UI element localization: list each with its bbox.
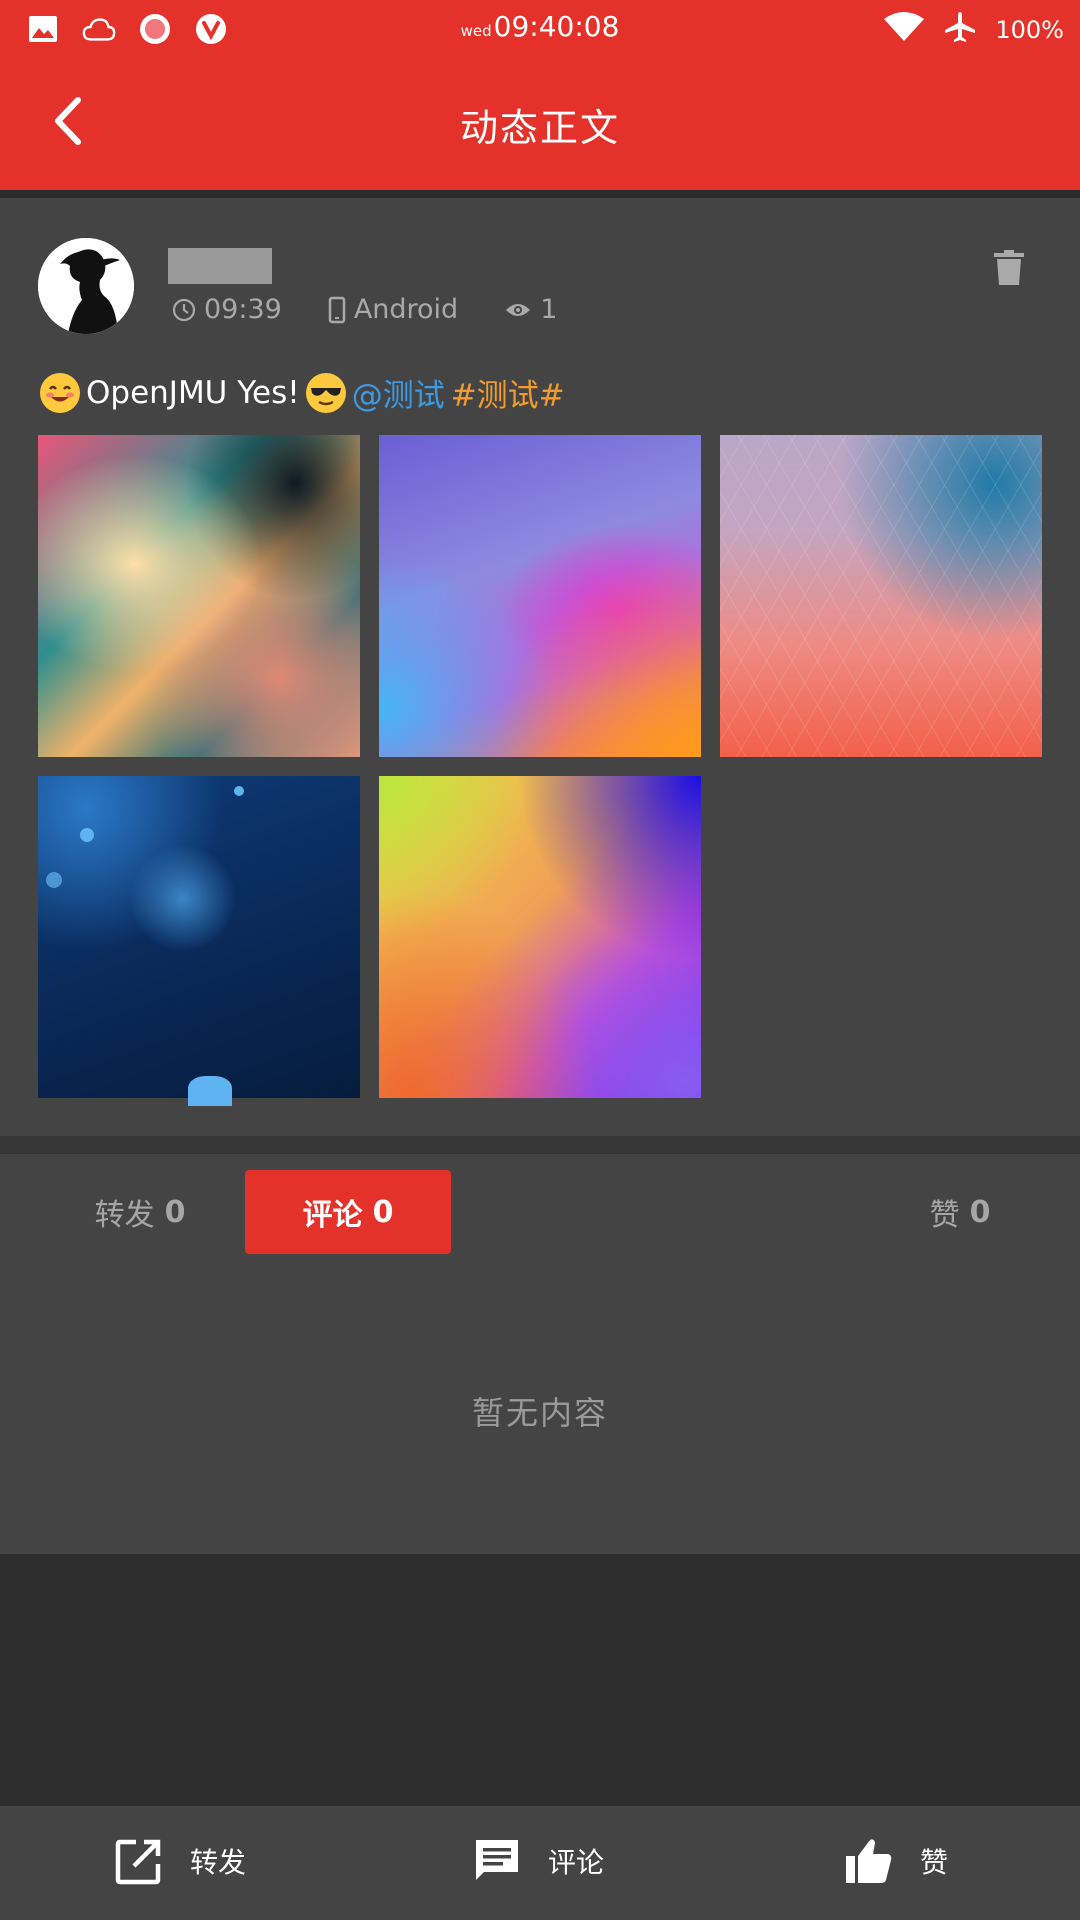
clock-day: wed	[460, 22, 492, 40]
share-icon	[115, 1839, 161, 1885]
bottom-action-bar: 转发 评论 赞	[0, 1806, 1080, 1920]
username-redacted	[168, 248, 272, 284]
comment-button[interactable]: 评论	[472, 1836, 604, 1886]
page-title: 动态正文	[459, 106, 620, 150]
post-content: OpenJMU Yes! @测试 #测试#	[40, 370, 565, 415]
forward-button[interactable]: 转发	[114, 1836, 246, 1886]
mention-link[interactable]: @测试	[352, 370, 445, 415]
empty-state-text: 暂无内容	[471, 1394, 608, 1432]
topic-link[interactable]: #测试#	[451, 370, 565, 415]
phone-icon	[328, 296, 346, 323]
post-image-2[interactable]	[379, 435, 701, 757]
thumbs-up-icon	[846, 1839, 892, 1883]
wifi-icon	[883, 11, 925, 49]
forward-label: 转发	[190, 1846, 247, 1879]
airplane-icon	[943, 10, 977, 50]
tab-forward-count: 0	[164, 1194, 186, 1230]
tab-comment-label: 评论	[302, 1198, 363, 1233]
clock-icon	[172, 298, 196, 321]
interaction-panel: 转发 0 评论 0 赞0 暂无内容	[0, 1154, 1080, 1554]
comment-icon	[476, 1840, 518, 1880]
post-image-1[interactable]	[38, 435, 360, 757]
status-bar: wed09:40:08 100%	[0, 0, 1080, 55]
clock-time: 09:40:08	[493, 10, 620, 43]
tab-comment[interactable]: 评论 0	[245, 1170, 451, 1254]
sunglasses-emoji-icon	[305, 372, 346, 413]
comment-label: 评论	[548, 1846, 605, 1879]
post-meta: 09:39 Android 1	[172, 294, 557, 325]
eye-icon	[506, 303, 531, 316]
tab-like-count: 0	[969, 1194, 991, 1230]
app-bar: 动态正文	[0, 55, 1080, 190]
post-views: 1	[540, 294, 558, 325]
post-device: Android	[353, 294, 459, 325]
tab-comment-count: 0	[372, 1194, 394, 1230]
post-image-4[interactable]	[38, 776, 360, 1106]
delete-button[interactable]	[994, 250, 1030, 290]
post-text-main: OpenJMU Yes!	[86, 374, 300, 411]
trash-icon	[994, 250, 1024, 285]
tab-forward-label: 转发	[94, 1198, 155, 1233]
battery-percent: 100%	[995, 16, 1064, 44]
like-button[interactable]: 赞	[844, 1836, 948, 1886]
tab-like[interactable]: 赞0	[910, 1170, 1010, 1254]
post-card: 09:39 Android 1 OpenJMU Yes! @测试 #测试#	[0, 198, 1080, 1136]
post-image-5[interactable]	[379, 776, 701, 1098]
like-label: 赞	[920, 1846, 949, 1879]
avatar[interactable]	[38, 238, 134, 334]
post-image-3[interactable]	[720, 435, 1042, 757]
tab-forward[interactable]: 转发 0	[80, 1170, 200, 1254]
divider	[0, 190, 1080, 198]
section-divider	[0, 1136, 1080, 1154]
smile-emoji-icon	[40, 372, 80, 413]
post-time: 09:39	[204, 294, 282, 325]
tab-like-label: 赞	[929, 1198, 960, 1233]
